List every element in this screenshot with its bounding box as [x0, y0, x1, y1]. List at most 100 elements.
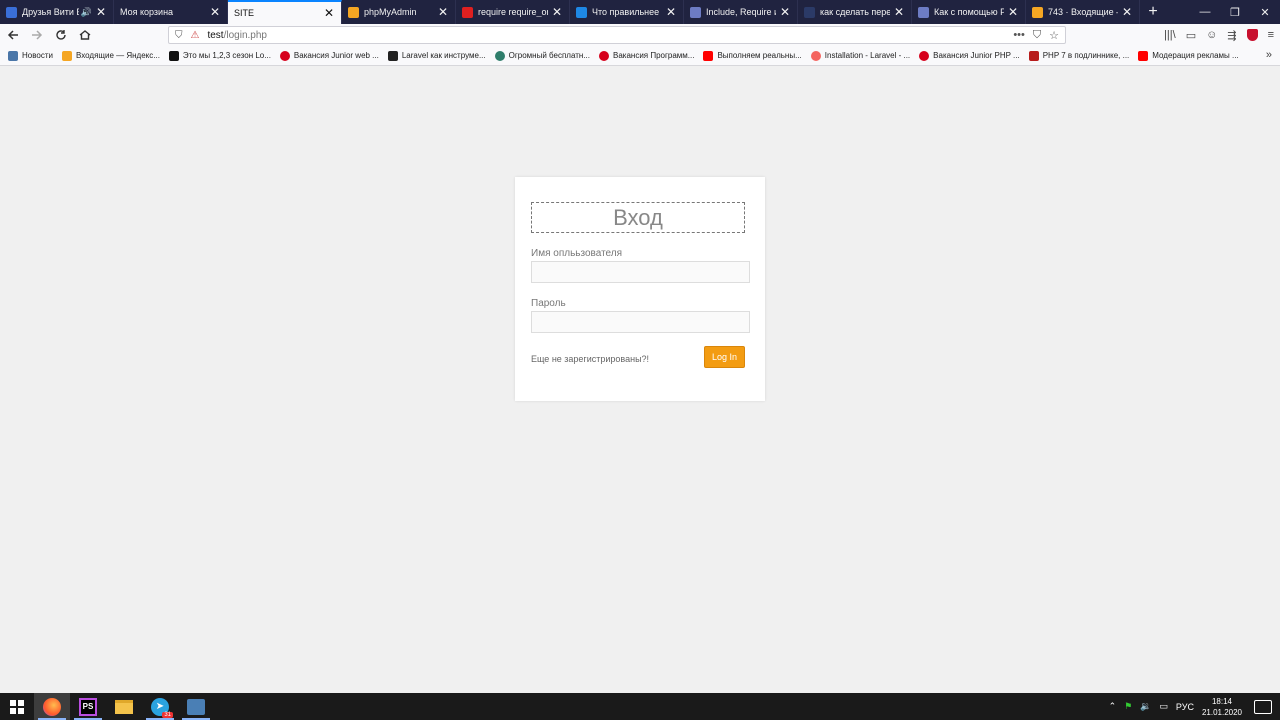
signup-link[interactable]: Еще не зарегистрированы?!: [531, 354, 649, 364]
tab[interactable]: 743 · Входящие — Я ✕: [1026, 0, 1140, 24]
insecure-lock-icon[interactable]: ⚠: [191, 30, 200, 41]
login-button[interactable]: Log In: [704, 346, 745, 368]
login-form: Вход Имя оплььзователя Пароль Еще не зар…: [515, 177, 765, 401]
tab[interactable]: phpMyAdmin ✕: [342, 0, 456, 24]
bookmark-item[interactable]: Выполняем реальны...: [703, 50, 802, 61]
tab[interactable]: Как с помощью PHP ✕: [912, 0, 1026, 24]
tab[interactable]: Моя корзина ✕: [114, 0, 228, 24]
forward-button[interactable]: [26, 24, 48, 46]
start-button[interactable]: [0, 693, 34, 720]
tab-title: SITE: [234, 8, 255, 18]
ch-icon: [387, 50, 398, 61]
tab-close-icon[interactable]: ✕: [551, 5, 563, 19]
speaker-icon[interactable]: 🔊: [81, 7, 92, 18]
firefox-icon: [43, 697, 61, 716]
minimize-button[interactable]: —: [1190, 0, 1220, 24]
reload-icon: [56, 30, 66, 40]
password-label: Пароль: [531, 298, 566, 309]
bookmark-item[interactable]: Входящие — Яндекс...: [61, 50, 160, 61]
network-icon[interactable]: ▭: [1159, 701, 1168, 712]
tab[interactable]: Друзья Вити Баев 🔊 ✕: [0, 0, 114, 24]
notifications-icon[interactable]: [1254, 699, 1272, 714]
hd-icon: [168, 50, 179, 61]
taskbar-firefox[interactable]: [34, 693, 70, 720]
tab-title: Друзья Вити Баев: [22, 7, 79, 17]
tab[interactable]: require require_once ✕: [456, 0, 570, 24]
tab[interactable]: Что правильнее исп ✕: [570, 0, 684, 24]
maximize-button[interactable]: ❐: [1220, 0, 1250, 24]
book-icon: [1028, 50, 1039, 61]
bookmark-item[interactable]: Вакансия Программ...: [598, 50, 694, 61]
pocket-icon[interactable]: ⛉: [1033, 29, 1041, 42]
bookmarks-bar: Новости Входящие — Яндекс... Это мы 1,2,…: [0, 46, 1280, 66]
taskbar-explorer[interactable]: [106, 693, 142, 720]
clock[interactable]: 18:14 21.01.2020: [1202, 696, 1242, 718]
tab-favicon-icon: [804, 6, 815, 18]
bookmarks-overflow-icon[interactable]: »: [1266, 49, 1272, 61]
tab[interactable]: как сделать перекл ✕: [798, 0, 912, 24]
bookmark-item[interactable]: Вакансия Junior PHP ...: [919, 50, 1020, 61]
tab-close-icon[interactable]: ✕: [1007, 5, 1019, 19]
taskbar-telegram[interactable]: ➤ 31: [142, 693, 178, 720]
taskbar-phpstorm[interactable]: PS: [70, 693, 106, 720]
flag-icon[interactable]: ⚑: [1124, 701, 1132, 712]
tray-expand-icon[interactable]: ⌃: [1109, 701, 1117, 712]
bookmark-item[interactable]: Вакансия Junior web ...: [279, 50, 379, 61]
url-text[interactable]: test/login.php: [207, 30, 1013, 41]
shield-icon[interactable]: ⛉: [175, 30, 183, 41]
toolbar-icons: |||\ ▭ ☺ ⇶ ≡: [1164, 24, 1274, 46]
bookmark-item[interactable]: Laravel как инструме...: [387, 50, 486, 61]
tab-close-icon[interactable]: ✕: [209, 5, 221, 19]
close-window-button[interactable]: ✕: [1250, 0, 1280, 24]
page-actions-icon[interactable]: •••: [1013, 29, 1025, 42]
tab-active[interactable]: SITE ✕: [228, 0, 342, 24]
tab-close-icon[interactable]: ✕: [437, 5, 449, 19]
bookmark-item[interactable]: Installation - Laravel - ...: [810, 50, 910, 61]
bookmark-item[interactable]: Новости: [8, 50, 53, 61]
tab-title: Include, Require и ка: [706, 7, 776, 17]
ublock-icon[interactable]: [1246, 29, 1258, 41]
tab-title: Что правильнее исп: [592, 7, 662, 17]
bookmark-item[interactable]: Модерация рекламы ...: [1138, 50, 1239, 61]
bookmark-label: Огромный бесплатн...: [508, 51, 590, 60]
bookmark-item[interactable]: Это мы 1,2,3 сезон Lo...: [168, 50, 271, 61]
tab-close-icon[interactable]: ✕: [665, 5, 677, 19]
tab[interactable]: Include, Require и ка ✕: [684, 0, 798, 24]
tab-title: 743 · Входящие — Я: [1048, 7, 1118, 17]
taskbar-network-app[interactable]: [178, 693, 214, 720]
tab-close-icon[interactable]: ✕: [95, 5, 107, 19]
sidebar-icon[interactable]: ▭: [1186, 29, 1196, 42]
laravel-icon: [810, 50, 821, 61]
bookmark-label: Выполняем реальны...: [717, 51, 802, 60]
forward-arrow-icon: [32, 30, 43, 40]
username-label: Имя оплььзователя: [531, 248, 623, 259]
bookmark-item[interactable]: PHP 7 в подлиннике, ...: [1028, 50, 1130, 61]
windows-logo-icon: [10, 699, 24, 714]
speaker-icon[interactable]: ⇶: [1227, 29, 1236, 42]
tab-favicon-icon: [6, 6, 17, 18]
url-bar[interactable]: ⛉ ⚠ test/login.php ••• ⛉ ☆: [168, 26, 1066, 44]
menu-icon[interactable]: ≡: [1268, 29, 1274, 41]
volume-icon[interactable]: 🔉: [1140, 701, 1151, 712]
network-app-icon: [187, 698, 205, 715]
tab-close-icon[interactable]: ✕: [893, 5, 905, 19]
bookmark-star-icon[interactable]: ☆: [1049, 29, 1059, 42]
reload-button[interactable]: [50, 24, 72, 46]
library-icon[interactable]: |||\: [1164, 29, 1176, 41]
tab-close-icon[interactable]: ✕: [779, 5, 791, 19]
login-title: Вход: [531, 202, 745, 233]
tab-close-icon[interactable]: ✕: [1121, 5, 1133, 19]
tab-title: Как с помощью PHP: [934, 7, 1004, 17]
tab-close-icon[interactable]: ✕: [323, 6, 335, 20]
password-input[interactable]: [531, 311, 750, 333]
back-button[interactable]: [2, 24, 24, 46]
bookmark-label: Новости: [22, 51, 53, 60]
bookmark-item[interactable]: Огромный бесплатн...: [494, 50, 590, 61]
new-tab-button[interactable]: +: [1140, 0, 1166, 24]
account-icon[interactable]: ☺: [1206, 29, 1217, 41]
bookmark-label: Laravel как инструме...: [401, 51, 486, 60]
bookmark-label: PHP 7 в подлиннике, ...: [1042, 51, 1130, 60]
language-indicator[interactable]: РУС: [1176, 702, 1194, 712]
username-input[interactable]: [531, 261, 750, 283]
home-button[interactable]: [74, 24, 96, 46]
